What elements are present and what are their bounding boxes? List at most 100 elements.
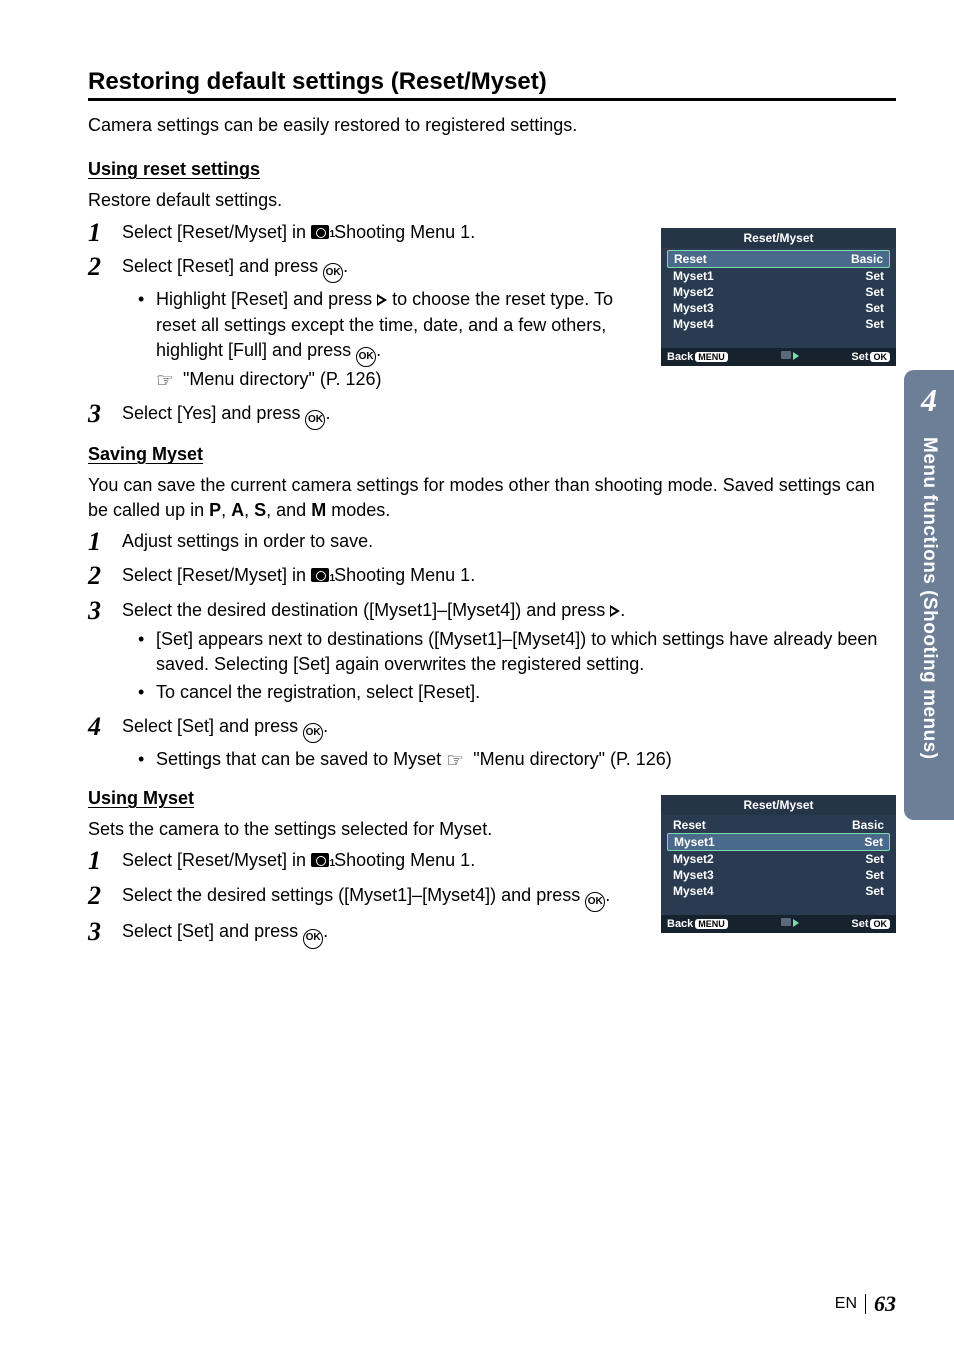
sub-bullet: [Set] appears next to destinations ([Mys… — [138, 627, 896, 677]
step-text: . — [323, 716, 328, 736]
mode-letter: A — [231, 500, 244, 520]
menu-row: Myset3 Set — [667, 867, 890, 883]
step-num: 1 — [88, 219, 122, 248]
step-num: 2 — [88, 253, 122, 394]
menu-row-label: Reset — [673, 818, 706, 832]
step-text: Shooting Menu 1. — [334, 565, 475, 585]
section-heading: Restoring default settings (Reset/Myset) — [88, 68, 896, 101]
nav-indicator — [781, 918, 799, 930]
subhead-reset: Using reset settings — [88, 159, 260, 180]
menu-row-label: Myset3 — [673, 301, 714, 315]
step-text: Shooting Menu 1. — [334, 850, 475, 870]
chapter-tab: 4 Menu functions (Shooting menus) — [904, 370, 954, 820]
text: , — [244, 500, 254, 520]
step-text: Select the desired destination ([Myset1]… — [122, 600, 610, 620]
step-text: Adjust settings in order to save. — [122, 528, 896, 557]
menu-row-value: Set — [865, 301, 884, 315]
step-text: Select [Yes] and press — [122, 403, 305, 423]
step-text: Select the desired settings ([Myset1]–[M… — [122, 885, 585, 905]
sub-bullet: Highlight [Reset] and press to choose th… — [138, 287, 622, 392]
bullet-text: "Menu directory" (P. 126) — [473, 749, 672, 769]
menu-footer: BackMENU SetOK — [661, 915, 896, 933]
menu-row: Reset Basic — [667, 817, 890, 833]
text: , and — [266, 500, 311, 520]
back-label: BackMENU — [667, 351, 728, 363]
step-num: 2 — [88, 562, 122, 591]
menu-row: Myset1Set — [667, 268, 890, 284]
menu-row-value: Set — [865, 868, 884, 882]
menu-row-value: Set — [865, 884, 884, 898]
mode-letter: P — [209, 500, 221, 520]
pointer-icon — [446, 749, 468, 763]
menu-row-label: Myset4 — [673, 317, 714, 331]
reset-body: Restore default settings. — [88, 188, 896, 212]
page-number: 63 — [874, 1291, 896, 1317]
menu-row: Reset Basic — [667, 250, 890, 268]
menu-row: Myset4 Set — [667, 316, 890, 332]
menu-row-value: Basic — [852, 818, 884, 832]
ok-button-icon: OK — [303, 723, 323, 743]
step-num: 3 — [88, 918, 122, 948]
sub-bullet: Settings that can be saved to Myset "Men… — [138, 747, 896, 772]
menu-row-value: Basic — [851, 252, 883, 266]
step-text: Select [Reset/Myset] in — [122, 565, 311, 585]
set-label: SetOK — [851, 351, 890, 363]
step-num: 1 — [88, 528, 122, 557]
sub-bullet: To cancel the registration, select [Rese… — [138, 680, 896, 705]
pointer-icon — [156, 369, 178, 383]
menu-title: Reset/Myset — [661, 228, 896, 248]
ok-button-icon: OK — [305, 410, 325, 430]
step-text: Select [Set] and press — [122, 716, 303, 736]
menu-row-label: Myset1 — [673, 269, 714, 283]
step-text: Shooting Menu 1. — [334, 222, 475, 242]
ok-button-icon: OK — [356, 347, 376, 367]
text: , — [221, 500, 231, 520]
step-text: . — [343, 256, 348, 276]
menu-row: Myset1Set — [667, 833, 890, 851]
step-text: Select [Reset/Myset] in — [122, 850, 311, 870]
menu-row-label: Myset3 — [673, 868, 714, 882]
divider — [865, 1294, 866, 1314]
subhead-save: Saving Myset — [88, 444, 203, 465]
step-num: 4 — [88, 713, 122, 774]
step-text: Select [Reset] and press — [122, 256, 323, 276]
step-num: 1 — [88, 847, 122, 876]
mode-letter: S — [254, 500, 266, 520]
menu-row-label: Reset — [674, 252, 707, 266]
bullet-text: [Set] appears next to destinations ([Mys… — [156, 627, 896, 677]
menu-row-label: Myset2 — [673, 285, 714, 299]
camera-icon — [311, 853, 329, 867]
camera-menu-screenshot: Reset/MysetResetBasicMyset1SetMyset2SetM… — [661, 228, 896, 366]
menu-row-value: Set — [865, 317, 884, 331]
chapter-number: 4 — [921, 382, 937, 419]
menu-row-label: Myset1 — [674, 835, 715, 849]
menu-row: Myset2Set — [667, 284, 890, 300]
nav-indicator — [781, 351, 799, 363]
ok-button-icon: OK — [585, 892, 605, 912]
right-arrow-icon — [377, 294, 387, 306]
step-num: 3 — [88, 400, 122, 430]
menu-row: Myset2Set — [667, 851, 890, 867]
text: You can save the current camera settings… — [88, 475, 875, 519]
step-text: . — [620, 600, 625, 620]
subhead-use: Using Myset — [88, 788, 194, 809]
step-num: 2 — [88, 882, 122, 912]
camera-icon — [311, 568, 329, 582]
page-footer: EN 63 — [835, 1291, 896, 1317]
menu-row: Myset3 Set — [667, 300, 890, 316]
step-text: Select [Reset/Myset] in — [122, 222, 311, 242]
chapter-title: Menu functions (Shooting menus) — [918, 437, 940, 760]
bullet-text: "Menu directory" (P. 126) — [183, 369, 382, 389]
camera-icon — [311, 225, 329, 239]
menu-footer: BackMENU SetOK — [661, 348, 896, 366]
step-text: . — [605, 885, 610, 905]
bullet-text: Highlight [Reset] and press — [156, 289, 377, 309]
menu-row-value: Set — [865, 852, 884, 866]
mode-letter: M — [311, 500, 326, 520]
ok-button-icon: OK — [323, 263, 343, 283]
menu-row: Myset4 Set — [667, 883, 890, 899]
menu-row-label: Myset4 — [673, 884, 714, 898]
step-text: Select [Set] and press — [122, 921, 303, 941]
save-steps: 1 Adjust settings in order to save. 2 Se… — [88, 528, 896, 774]
bullet-text: Settings that can be saved to Myset — [156, 749, 446, 769]
